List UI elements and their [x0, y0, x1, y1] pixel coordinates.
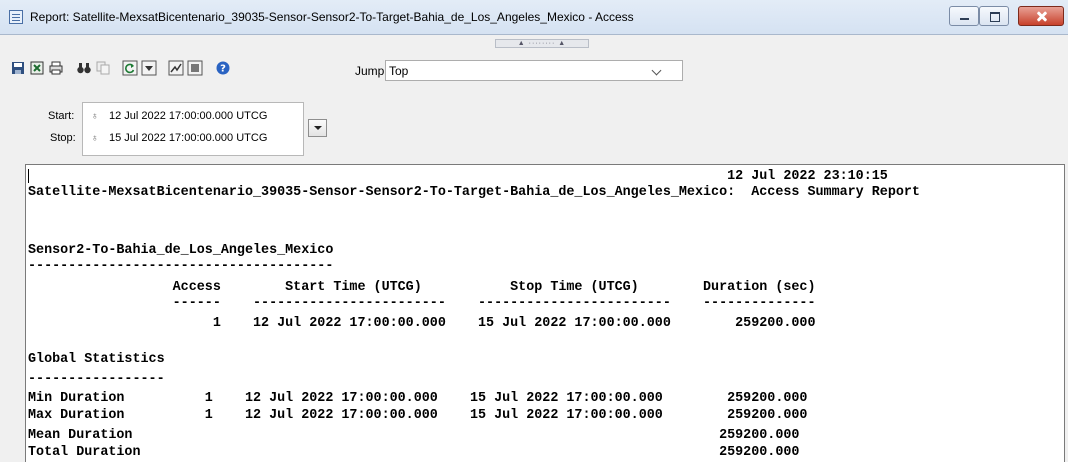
- report-line: Satellite-MexsatBicentenario_39035-Senso…: [28, 185, 920, 200]
- report-options-icon[interactable]: [141, 60, 157, 76]
- start-time-field[interactable]: ♁ 12 Jul 2022 17:00:00.000 UTCG: [91, 110, 267, 122]
- print-icon[interactable]: [48, 60, 64, 76]
- report-line: 1 12 Jul 2022 17:00:00.000 15 Jul 2022 1…: [28, 316, 816, 331]
- stop-time-field[interactable]: ♁ 15 Jul 2022 17:00:00.000 UTCG: [91, 132, 267, 144]
- copy-icon[interactable]: [95, 60, 111, 76]
- report-line: Max Duration 1 12 Jul 2022 17:00:00.000 …: [28, 408, 808, 423]
- start-label: Start:: [48, 110, 75, 122]
- report-line: Min Duration 1 12 Jul 2022 17:00:00.000 …: [28, 391, 808, 406]
- filter-icon[interactable]: [187, 60, 203, 76]
- report-window: Report: Satellite-MexsatBicentenario_390…: [0, 0, 1068, 462]
- stop-time-value: 15 Jul 2022 17:00:00.000 UTCG: [109, 132, 268, 144]
- report-text-area[interactable]: 12 Jul 2022 23:10:15 Satellite-MexsatBic…: [25, 164, 1065, 462]
- svg-text:?: ?: [220, 64, 226, 75]
- stop-label: Stop:: [50, 132, 76, 144]
- report-window-icon: [9, 10, 23, 24]
- start-time-value: 12 Jul 2022 17:00:00.000 UTCG: [109, 110, 268, 122]
- collapse-splitter[interactable]: ▲ ········ ▲: [495, 39, 589, 48]
- close-button[interactable]: [1018, 6, 1064, 26]
- chevron-down-icon: [651, 65, 662, 76]
- title-bar[interactable]: Report: Satellite-MexsatBicentenario_390…: [0, 0, 1068, 35]
- jump-label: Jump: [355, 64, 385, 78]
- report-line: 12 Jul 2022 23:10:15: [28, 169, 888, 184]
- jump-selected-value: Top: [389, 64, 409, 78]
- refresh-icon[interactable]: [122, 60, 138, 76]
- report-line: Mean Duration 259200.000: [28, 428, 800, 443]
- minimize-button[interactable]: [949, 6, 979, 26]
- find-icon[interactable]: [76, 60, 92, 76]
- time-period-dropdown-button[interactable]: [308, 119, 327, 137]
- report-line: Total Duration 259200.000: [28, 445, 800, 460]
- clock-icon: ♁: [91, 111, 99, 122]
- graph-icon[interactable]: [168, 60, 184, 76]
- report-line: ------ ------------------------ --------…: [28, 296, 816, 311]
- report-line: -----------------: [28, 372, 165, 387]
- time-period-panel: ♁ 12 Jul 2022 17:00:00.000 UTCG ♁ 15 Jul 2…: [82, 102, 304, 156]
- clock-icon: ♁: [91, 133, 99, 144]
- report-line: Sensor2-To-Bahia_de_Los_Angeles_Mexico: [28, 243, 334, 258]
- report-line: Access Start Time (UTCG) Stop Time (UTCG…: [28, 280, 816, 295]
- report-line: --------------------------------------: [28, 259, 334, 274]
- maximize-button[interactable]: [979, 6, 1009, 26]
- report-line: Global Statistics: [28, 352, 165, 367]
- jump-select[interactable]: Top: [385, 60, 683, 81]
- save-icon[interactable]: [10, 60, 26, 76]
- help-icon[interactable]: ?: [215, 60, 231, 76]
- window-title: Report: Satellite-MexsatBicentenario_390…: [30, 10, 634, 24]
- export-excel-icon[interactable]: [29, 60, 45, 76]
